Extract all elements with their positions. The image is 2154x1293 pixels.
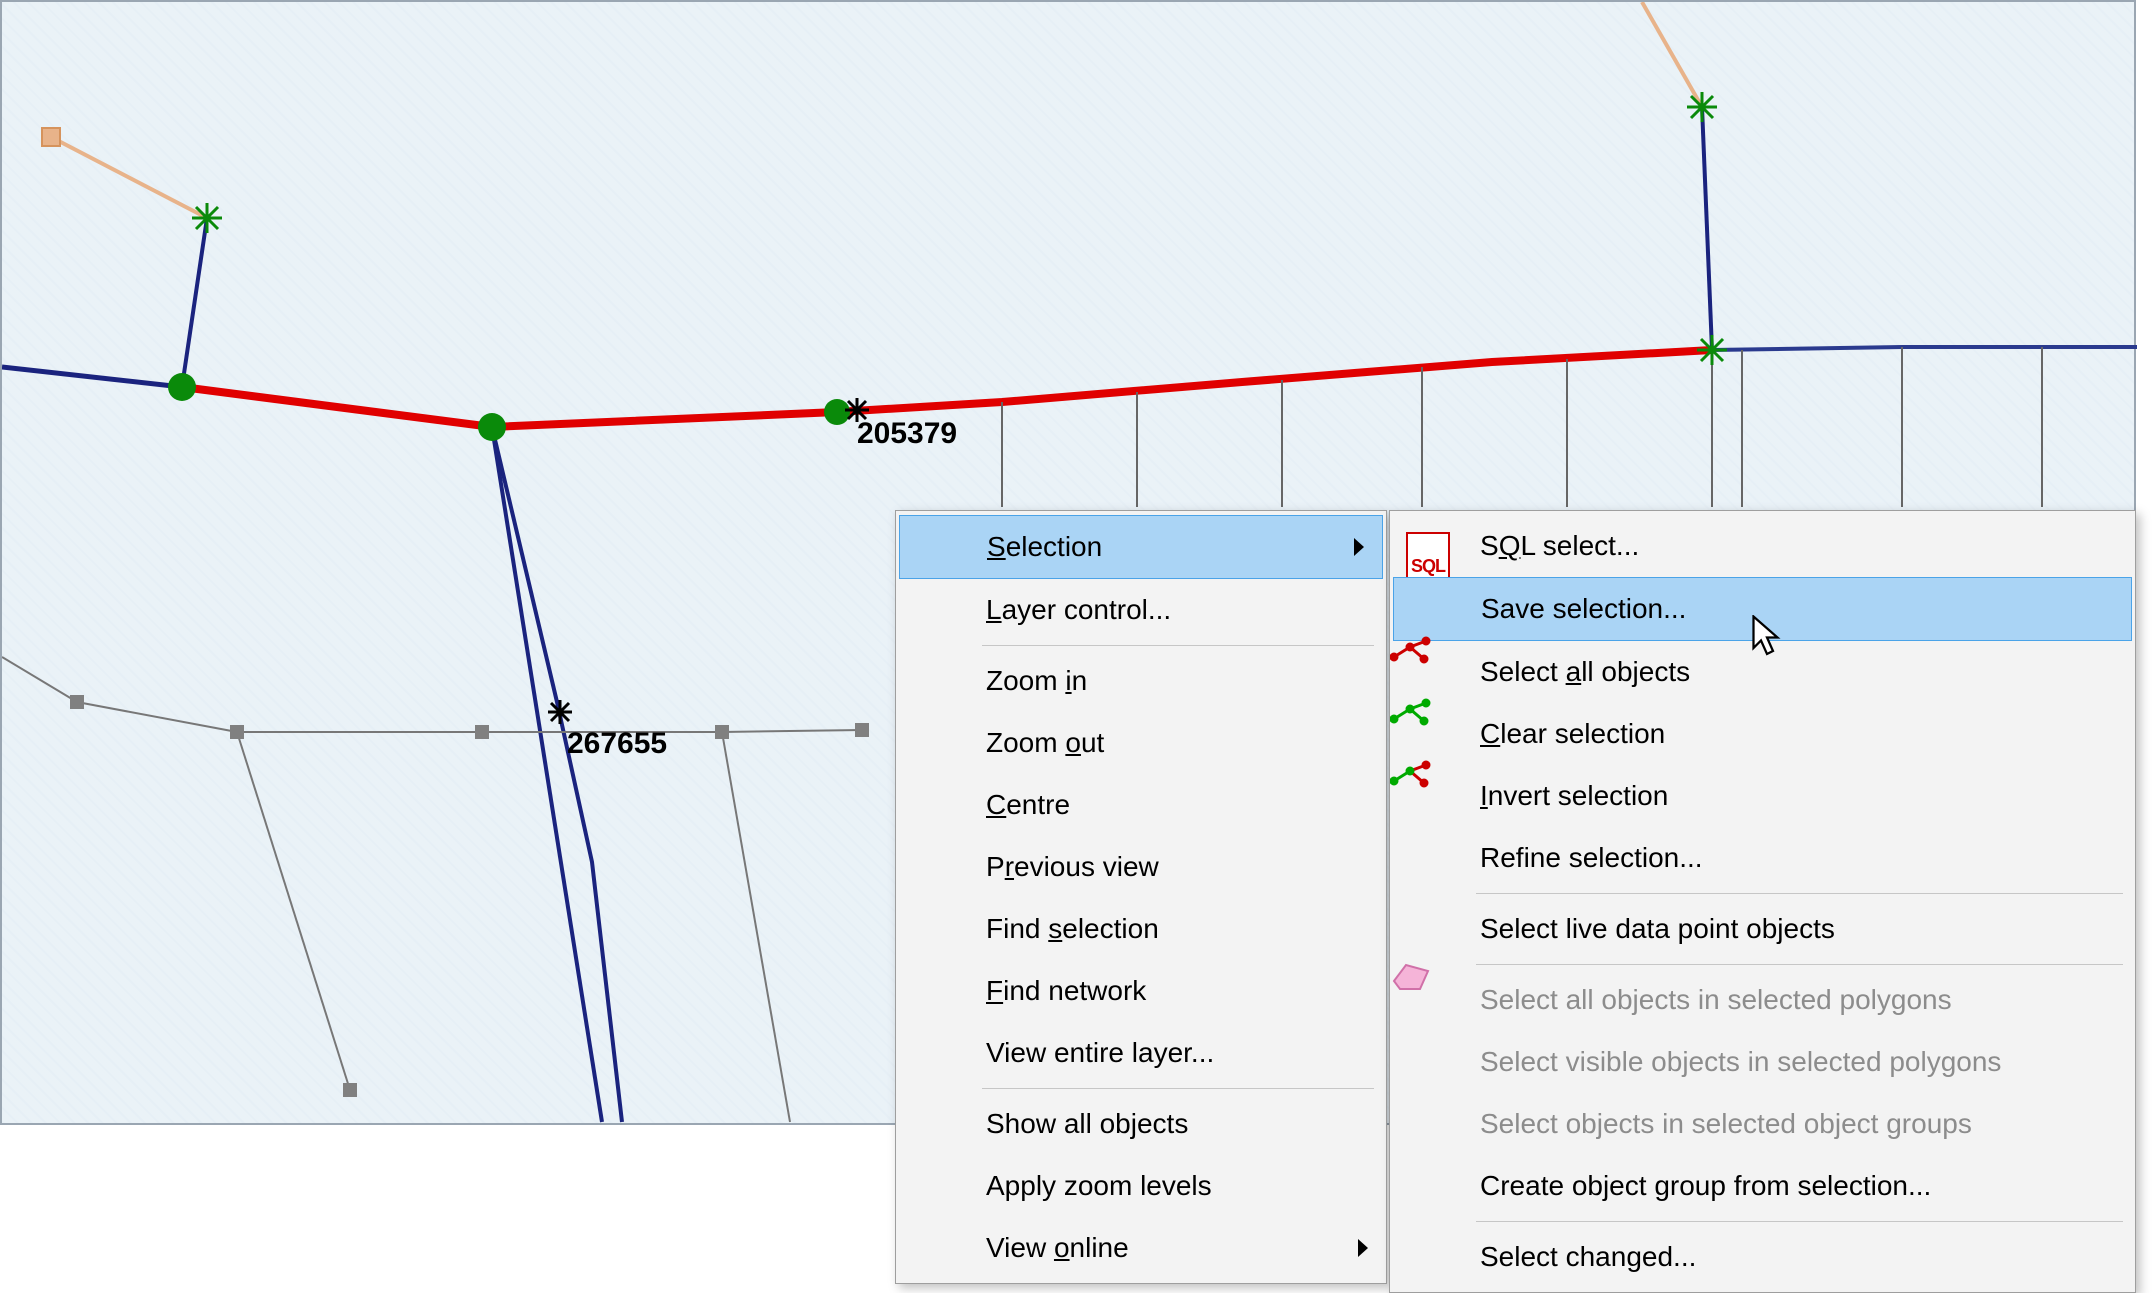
menu-item-layer-control[interactable]: Layer control... [896, 579, 1386, 641]
menu-separator [1476, 893, 2123, 894]
submenu-item-invert-selection[interactable]: Invert selection [1390, 765, 2135, 827]
context-menu[interactable]: SelectionLayer control... Zoom inZoom out… [895, 510, 1387, 1284]
menu-item-view-online[interactable]: View online [896, 1217, 1386, 1279]
menu-separator [982, 1088, 1374, 1089]
submenu-item-clear-selection[interactable]: Clear selection [1390, 703, 2135, 765]
menu-item-zoom-in[interactable]: Zoom in [896, 650, 1386, 712]
menu-item-zoom-out[interactable]: Zoom out [896, 712, 1386, 774]
menu-item-previous-view[interactable]: Previous view [896, 836, 1386, 898]
green-icon [1390, 687, 1432, 719]
submenu-arrow-icon [1358, 1239, 1368, 1257]
menu-separator [1476, 964, 2123, 965]
poly-icon [1390, 953, 1432, 985]
mix-icon [1390, 749, 1432, 781]
menu-item-centre[interactable]: Centre [896, 774, 1386, 836]
menu-item-find-network[interactable]: Find network [896, 960, 1386, 1022]
submenu-item-refine-selection[interactable]: Refine selection... [1390, 827, 2135, 889]
submenu-item-select-objects-in-selected-object-groups: Select objects in selected object groups [1390, 1093, 2135, 1155]
menu-separator [1476, 1221, 2123, 1222]
submenu-item-sql-select[interactable]: SQL select... [1390, 515, 2135, 577]
submenu-item-select-live-data-point-objects[interactable]: Select live data point objects [1390, 898, 2135, 960]
menu-separator [982, 645, 1374, 646]
menu-item-find-selection[interactable]: Find selection [896, 898, 1386, 960]
submenu-item-save-selection[interactable]: Save selection... [1393, 577, 2132, 641]
submenu-item-select-changed[interactable]: Select changed... [1390, 1226, 2135, 1288]
map-node-label-1: 205379 [857, 417, 957, 451]
menu-item-apply-zoom-levels[interactable]: Apply zoom levels [896, 1155, 1386, 1217]
submenu-item-select-visible-objects-in-selected-polygons: Select visible objects in selected polyg… [1390, 1031, 2135, 1093]
submenu-item-select-all-objects-in-selected-polygons: Select all objects in selected polygons [1390, 969, 2135, 1031]
selection-submenu[interactable]: SQL select...Save selection...Select all… [1389, 510, 2136, 1293]
red-icon [1390, 625, 1432, 657]
sql-icon [1408, 530, 1450, 562]
submenu-arrow-icon [1354, 538, 1364, 556]
menu-item-selection[interactable]: Selection [899, 515, 1383, 579]
menu-item-view-entire-layer[interactable]: View entire layer... [896, 1022, 1386, 1084]
map-node-label-2: 267655 [567, 727, 667, 761]
submenu-item-select-all-objects[interactable]: Select all objects [1390, 641, 2135, 703]
menu-item-show-all-objects[interactable]: Show all objects [896, 1093, 1386, 1155]
submenu-item-create-object-group-from-selection[interactable]: Create object group from selection... [1390, 1155, 2135, 1217]
